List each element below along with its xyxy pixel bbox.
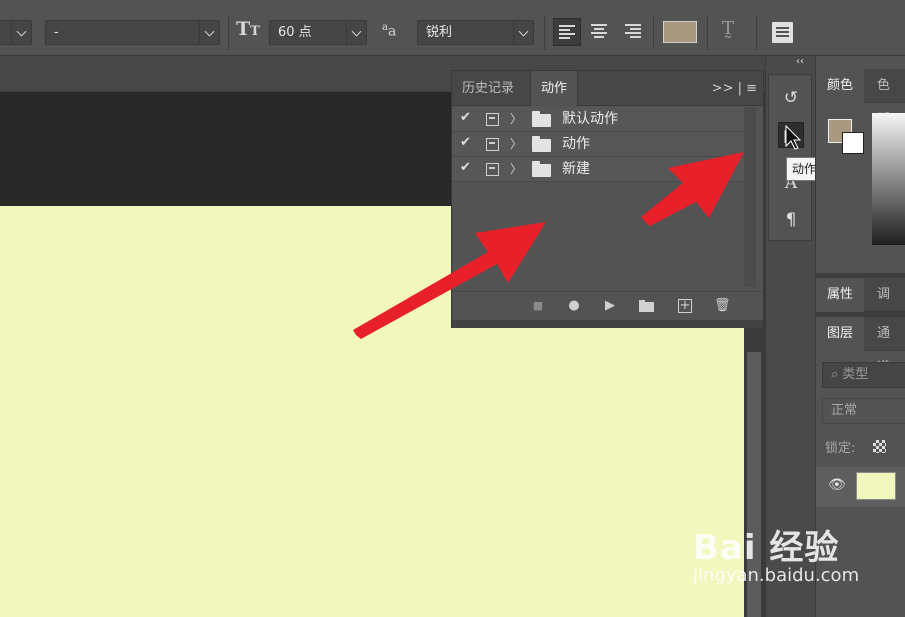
blend-mode-select[interactable]: 正常	[822, 398, 905, 424]
lock-label: 锁定:	[825, 441, 856, 456]
actions-icon[interactable]: ▶	[778, 122, 804, 148]
font-style-value: -	[54, 25, 59, 40]
chevron-down-icon	[199, 21, 219, 44]
text-color-swatch[interactable]	[663, 21, 697, 43]
tab-actions[interactable]: 动作	[530, 71, 579, 107]
separator	[544, 16, 545, 50]
collapse-panels-icon[interactable]: ‹‹	[796, 56, 804, 67]
delete-icon[interactable]: 🗑	[714, 298, 731, 314]
dialog-toggle-icon[interactable]	[486, 163, 499, 176]
layer-thumbnail	[856, 472, 896, 500]
expand-arrow-icon[interactable]: 〉	[510, 135, 522, 152]
expand-arrow-icon[interactable]: 〉	[510, 160, 522, 177]
action-set-list: ✔ 〉 默认动作 ✔ 〉 动作 ✔ 〉 新建	[452, 107, 744, 182]
folder-icon	[532, 136, 551, 152]
action-set-label: 新建	[562, 161, 590, 177]
actions-panel-tabs: 历史记录 动作 >> | ≡	[452, 71, 763, 107]
antialias-value: 锐利	[426, 25, 453, 40]
font-family-dropdown[interactable]	[0, 20, 32, 45]
play-icon[interactable]: ▶	[602, 298, 618, 314]
character-panel-icon[interactable]	[772, 22, 793, 43]
antialias-icon: aa	[382, 22, 397, 40]
stop-icon[interactable]: ■	[530, 298, 546, 314]
lock-transparency-icon[interactable]	[873, 440, 886, 453]
paragraph-icon[interactable]: ¶	[778, 207, 804, 233]
eye-icon[interactable]: 👁	[828, 477, 846, 493]
expand-arrow-icon[interactable]: 〉	[510, 110, 522, 127]
separator	[653, 16, 654, 50]
action-set-label: 动作	[562, 136, 590, 152]
align-left-icon[interactable]	[553, 18, 581, 46]
font-size-value: 60 点	[278, 25, 312, 40]
tab-swatches[interactable]: 色板	[866, 69, 905, 127]
watermark-brand: Bai 经验	[693, 528, 840, 568]
chevron-down-icon	[513, 21, 533, 44]
tab-history[interactable]: 历史记录	[452, 71, 524, 106]
dialog-toggle-icon[interactable]	[486, 138, 499, 151]
warp-text-icon[interactable]: T̰	[722, 18, 734, 39]
chevron-down-icon	[11, 21, 31, 44]
separator	[707, 16, 708, 50]
checkmark-icon[interactable]: ✔	[460, 110, 471, 125]
separator	[228, 16, 229, 50]
folder-icon	[532, 161, 551, 177]
tab-adjustments[interactable]: 调整	[866, 278, 905, 336]
align-center-icon[interactable]	[586, 18, 614, 46]
list-item[interactable]: ✔ 〉 动作	[452, 132, 744, 157]
chevron-down-icon	[346, 21, 366, 44]
panel-menu-icon[interactable]: >> | ≡	[712, 71, 757, 106]
options-bar: - TT 60 点 aa 锐利 T̰	[0, 0, 905, 56]
panel-resize-grip[interactable]	[452, 320, 763, 328]
antialias-dropdown[interactable]: 锐利	[417, 20, 534, 45]
watermark: Bai 经验 jingyan.baidu.com	[693, 520, 859, 586]
font-size-icon: TT	[236, 18, 260, 40]
dialog-toggle-icon[interactable]	[486, 113, 499, 126]
watermark-url: jingyan.baidu.com	[693, 565, 860, 586]
history-icon[interactable]: ↺	[778, 85, 804, 111]
color-panel-tabs: 颜色 色板	[816, 69, 905, 127]
new-action-icon[interactable]: +	[678, 299, 692, 313]
actions-panel: 历史记录 动作 >> | ≡ ✔ 〉 默认动作 ✔ 〉 动作 ✔ 〉 新建 ■ …	[451, 70, 764, 328]
background-color-swatch[interactable]	[842, 132, 864, 154]
layer-row[interactable]: 👁	[816, 467, 905, 507]
checkmark-icon[interactable]: ✔	[460, 135, 471, 150]
color-picker-field[interactable]	[872, 113, 905, 245]
font-style-dropdown[interactable]: -	[45, 20, 220, 45]
tab-channels[interactable]: 通道	[866, 317, 905, 375]
properties-panel-tabs: 属性 调整	[816, 278, 905, 336]
layer-filter-placeholder: 类型	[842, 367, 869, 382]
align-right-icon[interactable]	[619, 18, 647, 46]
folder-icon	[532, 111, 551, 127]
new-set-folder-icon[interactable]	[638, 298, 654, 314]
separator	[756, 16, 757, 50]
layers-panel-tabs: 图层 通道	[816, 317, 905, 375]
panel-scrollbar[interactable]	[744, 107, 756, 287]
checkmark-icon[interactable]: ✔	[460, 160, 471, 175]
tab-properties[interactable]: 属性	[816, 278, 865, 312]
font-size-dropdown[interactable]: 60 点	[269, 20, 367, 45]
list-item[interactable]: ✔ 〉 默认动作	[452, 107, 744, 132]
actions-footer: ■ ● ▶ + 🗑	[452, 291, 763, 319]
action-set-label: 默认动作	[562, 111, 618, 127]
record-icon[interactable]: ●	[566, 298, 582, 314]
layer-filter-input[interactable]: ⌕ 类型	[822, 362, 905, 388]
tab-layers[interactable]: 图层	[816, 317, 865, 351]
tab-color[interactable]: 颜色	[816, 69, 865, 103]
list-item[interactable]: ✔ 〉 新建	[452, 157, 744, 182]
